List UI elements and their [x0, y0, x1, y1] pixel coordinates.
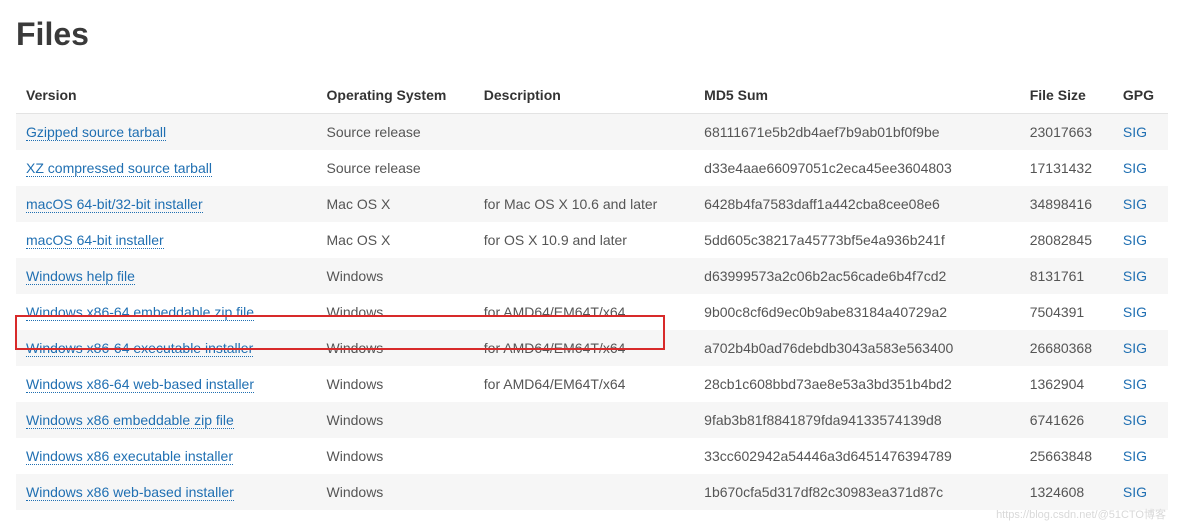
sig-link[interactable]: SIG: [1123, 484, 1147, 500]
os-cell: Windows: [317, 294, 474, 330]
os-cell: Windows: [317, 258, 474, 294]
os-cell: Mac OS X: [317, 186, 474, 222]
version-link[interactable]: Gzipped source tarball: [26, 124, 166, 141]
sig-link[interactable]: SIG: [1123, 160, 1147, 176]
table-row: Windows x86 web-based installer Windows 1b…: [16, 474, 1168, 510]
sig-link[interactable]: SIG: [1123, 448, 1147, 464]
table-row: macOS 64-bit installer Mac OS Xfor OS X 1…: [16, 222, 1168, 258]
sig-link[interactable]: SIG: [1123, 268, 1147, 284]
filesize-cell: 7504391: [1020, 294, 1113, 330]
os-cell: Source release: [317, 150, 474, 186]
col-header-version: Version: [16, 77, 317, 114]
version-link[interactable]: Windows help file: [26, 268, 135, 285]
os-cell: Windows: [317, 330, 474, 366]
description-cell: for Mac OS X 10.6 and later: [474, 186, 694, 222]
table-row: Windows x86 executable installer Windows 3…: [16, 438, 1168, 474]
sig-link[interactable]: SIG: [1123, 232, 1147, 248]
filesize-cell: 23017663: [1020, 114, 1113, 151]
description-cell: for AMD64/EM64T/x64: [474, 366, 694, 402]
col-header-filesize: File Size: [1020, 77, 1113, 114]
description-cell: for AMD64/EM64T/x64: [474, 294, 694, 330]
md5-cell: a702b4b0ad76debdb3043a583e563400: [694, 330, 1020, 366]
filesize-cell: 17131432: [1020, 150, 1113, 186]
md5-cell: 6428b4fa7583daff1a442cba8cee08e6: [694, 186, 1020, 222]
md5-cell: 5dd605c38217a45773bf5e4a936b241f: [694, 222, 1020, 258]
col-header-description: Description: [474, 77, 694, 114]
page-title: Files: [16, 16, 1168, 53]
description-cell: [474, 258, 694, 294]
description-cell: [474, 150, 694, 186]
table-row: Gzipped source tarball Source release 6811…: [16, 114, 1168, 151]
filesize-cell: 1362904: [1020, 366, 1113, 402]
table-row: Windows x86 embeddable zip file Windows 9f…: [16, 402, 1168, 438]
filesize-cell: 28082845: [1020, 222, 1113, 258]
md5-cell: d63999573a2c06b2ac56cade6b4f7cd2: [694, 258, 1020, 294]
table-row: Windows x86-64 executable installer Windo…: [16, 330, 1168, 366]
description-cell: for AMD64/EM64T/x64: [474, 330, 694, 366]
filesize-cell: 6741626: [1020, 402, 1113, 438]
col-header-gpg: GPG: [1113, 77, 1168, 114]
filesize-cell: 1324608: [1020, 474, 1113, 510]
filesize-cell: 34898416: [1020, 186, 1113, 222]
table-row: Windows help file Windows d63999573a2c06b2…: [16, 258, 1168, 294]
md5-cell: 33cc602942a54446a3d6451476394789: [694, 438, 1020, 474]
os-cell: Windows: [317, 366, 474, 402]
filesize-cell: 8131761: [1020, 258, 1113, 294]
version-link[interactable]: Windows x86-64 embeddable zip file: [26, 304, 254, 321]
description-cell: for OS X 10.9 and later: [474, 222, 694, 258]
version-link[interactable]: Windows x86 executable installer: [26, 448, 233, 465]
md5-cell: 9b00c8cf6d9ec0b9abe83184a40729a2: [694, 294, 1020, 330]
version-link[interactable]: Windows x86 embeddable zip file: [26, 412, 234, 429]
version-link[interactable]: macOS 64-bit/32-bit installer: [26, 196, 203, 213]
col-header-md5: MD5 Sum: [694, 77, 1020, 114]
os-cell: Mac OS X: [317, 222, 474, 258]
md5-cell: 68111671e5b2db4aef7b9ab01bf0f9be: [694, 114, 1020, 151]
version-link[interactable]: XZ compressed source tarball: [26, 160, 212, 177]
sig-link[interactable]: SIG: [1123, 196, 1147, 212]
md5-cell: d33e4aae66097051c2eca45ee3604803: [694, 150, 1020, 186]
sig-link[interactable]: SIG: [1123, 340, 1147, 356]
sig-link[interactable]: SIG: [1123, 412, 1147, 428]
table-row: macOS 64-bit/32-bit installer Mac OS Xfor…: [16, 186, 1168, 222]
description-cell: [474, 402, 694, 438]
md5-cell: 1b670cfa5d317df82c30983ea371d87c: [694, 474, 1020, 510]
filesize-cell: 26680368: [1020, 330, 1113, 366]
md5-cell: 9fab3b81f8841879fda94133574139d8: [694, 402, 1020, 438]
col-header-os: Operating System: [317, 77, 474, 114]
os-cell: Windows: [317, 402, 474, 438]
version-link[interactable]: Windows x86 web-based installer: [26, 484, 234, 501]
os-cell: Windows: [317, 474, 474, 510]
os-cell: Windows: [317, 438, 474, 474]
description-cell: [474, 474, 694, 510]
description-cell: [474, 114, 694, 151]
table-header-row: Version Operating System Description MD5…: [16, 77, 1168, 114]
table-row: XZ compressed source tarball Source relea…: [16, 150, 1168, 186]
sig-link[interactable]: SIG: [1123, 376, 1147, 392]
sig-link[interactable]: SIG: [1123, 124, 1147, 140]
md5-cell: 28cb1c608bbd73ae8e53a3bd351b4bd2: [694, 366, 1020, 402]
version-link[interactable]: macOS 64-bit installer: [26, 232, 164, 249]
description-cell: [474, 438, 694, 474]
version-link[interactable]: Windows x86-64 executable installer: [26, 340, 253, 357]
files-table: Version Operating System Description MD5…: [16, 77, 1168, 510]
os-cell: Source release: [317, 114, 474, 151]
version-link[interactable]: Windows x86-64 web-based installer: [26, 376, 254, 393]
table-row: Windows x86-64 embeddable zip file Window…: [16, 294, 1168, 330]
filesize-cell: 25663848: [1020, 438, 1113, 474]
sig-link[interactable]: SIG: [1123, 304, 1147, 320]
table-row: Windows x86-64 web-based installer Window…: [16, 366, 1168, 402]
